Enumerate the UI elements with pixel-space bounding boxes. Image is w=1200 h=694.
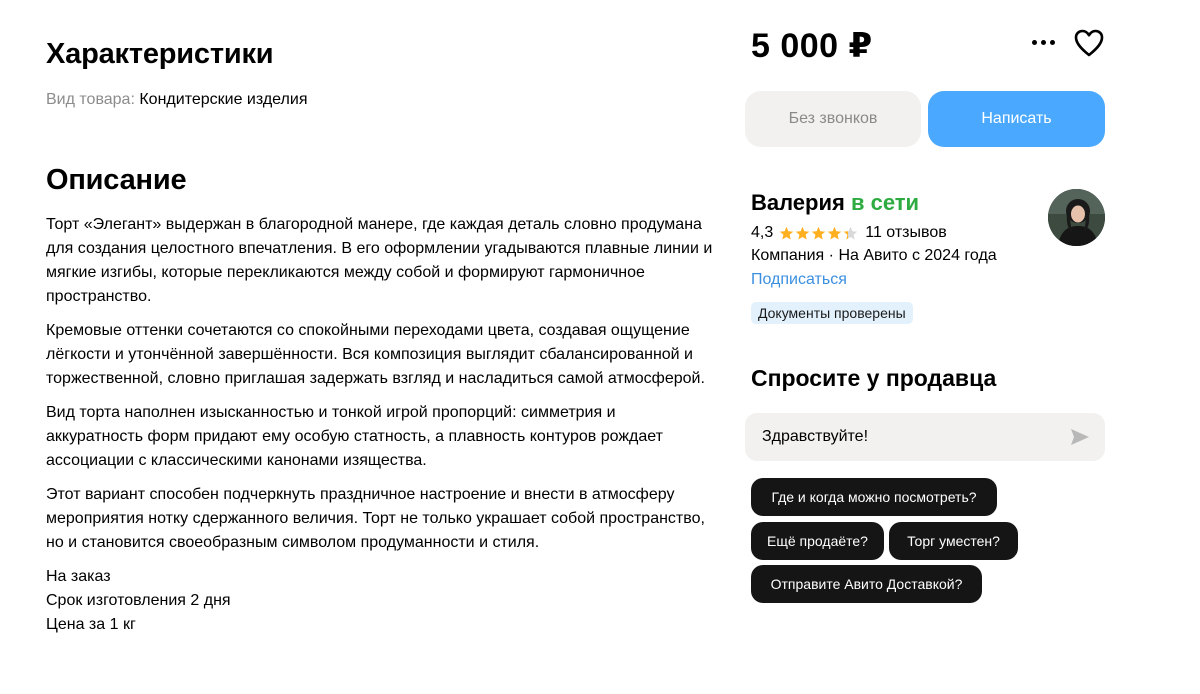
- rating-value: 4,3: [751, 224, 774, 241]
- online-status: в сети: [850, 190, 920, 215]
- documents-verified-badge: Документы проверены: [751, 302, 913, 324]
- star-icon: [812, 226, 826, 239]
- reviews-link[interactable]: 11 отзывов: [865, 224, 946, 242]
- star-icon: [796, 226, 810, 239]
- quick-question-chip[interactable]: Торг уместен?: [889, 522, 1018, 560]
- star-icon: [844, 226, 858, 239]
- quick-question-chip[interactable]: Где и когда можно посмотреть?: [751, 478, 997, 516]
- no-calls-button[interactable]: Без звонков: [745, 91, 921, 147]
- description-line: На заказ: [46, 568, 111, 585]
- description-title: Описание: [46, 164, 187, 196]
- description-line: Срок изготовления 2 дня: [46, 592, 231, 609]
- more-horizontal-icon: [1030, 39, 1057, 45]
- description-paragraph: Кремовые оттенки сочетаются со спокойным…: [46, 322, 705, 387]
- more-options-button[interactable]: [1026, 28, 1060, 56]
- seller-rating[interactable]: 4,3 11 отзывов: [751, 223, 947, 243]
- characteristics-title: Характеристики: [46, 38, 274, 70]
- quick-question-chip[interactable]: Ещё продаёте?: [751, 522, 884, 560]
- product-type-label: Вид товара:: [46, 91, 135, 108]
- description-paragraph: Этот вариант способен подчеркнуть праздн…: [46, 486, 705, 551]
- heart-icon: [1074, 29, 1104, 57]
- seller-name-text[interactable]: Валерия: [751, 190, 845, 215]
- seller-photo: [1048, 189, 1105, 246]
- message-box: [745, 413, 1105, 461]
- description-paragraph: Вид торта наполнен изысканностью и тонко…: [46, 404, 663, 469]
- quick-question-chip[interactable]: Отправите Авито Доставкой?: [751, 565, 982, 603]
- description-line: Цена за 1 кг: [46, 616, 136, 633]
- product-type-row: Вид товара: Кондитерские изделия: [46, 91, 307, 109]
- seller-name[interactable]: Валерия в сети: [751, 190, 919, 216]
- write-message-button[interactable]: Написать: [928, 91, 1105, 147]
- star-icon: [780, 226, 794, 239]
- message-input[interactable]: [745, 413, 1055, 461]
- avatar[interactable]: [1048, 189, 1105, 246]
- description-paragraph: Торт «Элегант» выдержан в благородной ма…: [46, 216, 713, 305]
- favorite-button[interactable]: [1072, 28, 1106, 58]
- description-body: Торт «Элегант» выдержан в благородной ма…: [46, 213, 716, 637]
- price: 5 000 ₽: [751, 27, 873, 65]
- ask-seller-title: Спросите у продавца: [751, 365, 997, 391]
- rating-stars: [779, 226, 859, 241]
- send-icon: [1071, 429, 1089, 445]
- send-button[interactable]: [1069, 426, 1091, 448]
- star-icon: [828, 226, 842, 239]
- product-type-value: Кондитерские изделия: [139, 91, 308, 108]
- seller-meta: Компания · На Авито с 2024 года: [751, 247, 997, 264]
- subscribe-link[interactable]: Подписаться: [751, 270, 847, 290]
